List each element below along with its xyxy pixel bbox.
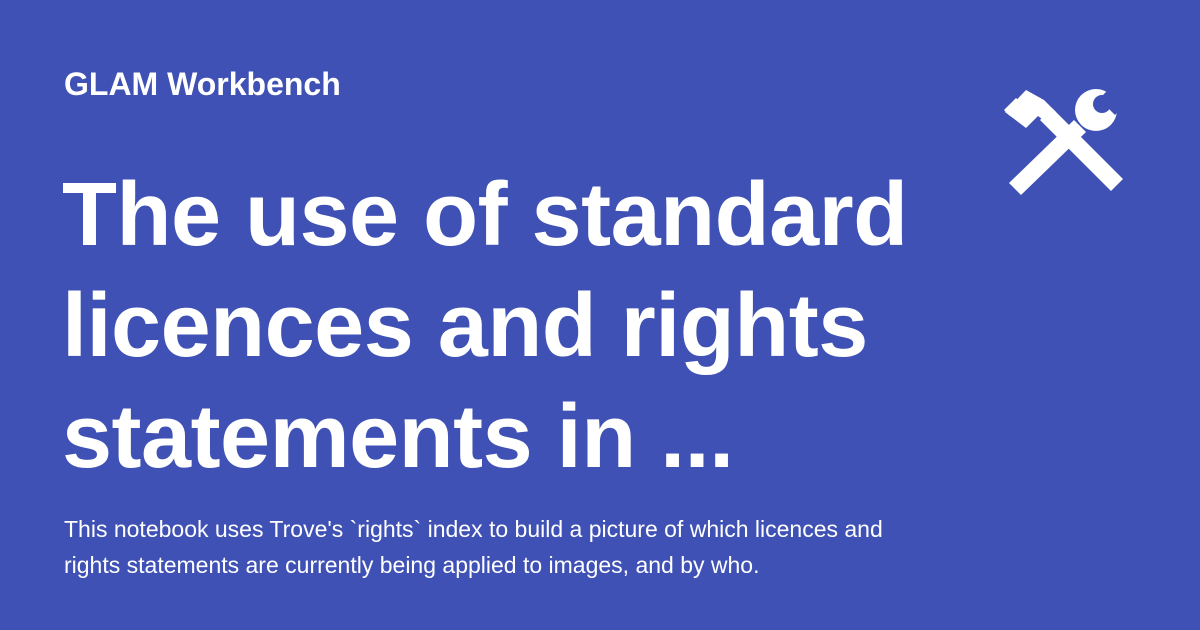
social-preview-card: GLAM Workbench The use of standard licen… [0,0,1200,630]
page-title: The use of standard licences and rights … [62,165,908,487]
hammer-and-wrench-icon [996,76,1130,196]
wrench-handle-shape [1009,120,1086,195]
site-name: GLAM Workbench [64,66,341,102]
page-description: This notebook uses Trove's `rights` inde… [64,516,883,578]
